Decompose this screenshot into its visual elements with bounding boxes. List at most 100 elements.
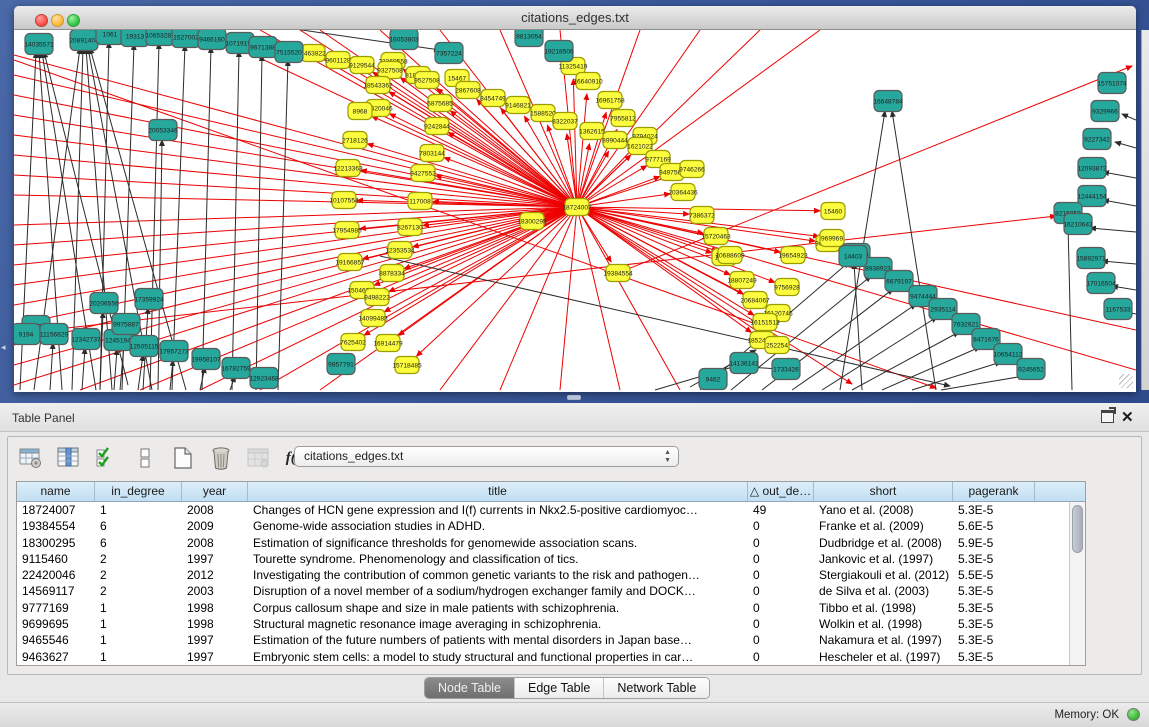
citation-edge[interactable] — [1122, 114, 1136, 120]
graph-node[interactable]: 117008 — [408, 193, 432, 210]
graph-node[interactable]: 9756928 — [774, 279, 800, 296]
graph-node[interactable]: 20053346 — [148, 120, 178, 141]
graph-node[interactable]: 5875685 — [427, 95, 453, 112]
graph-node[interactable]: 9427552 — [410, 165, 436, 182]
graph-node[interactable]: 8322037 — [552, 113, 578, 130]
graph-node[interactable]: 14035571 — [24, 34, 54, 55]
citation-edge[interactable] — [1115, 142, 1136, 148]
graph-node[interactable]: 12444154 — [1077, 186, 1107, 207]
graph-node[interactable]: 9146821 — [505, 97, 531, 114]
graph-node[interactable]: 12353534 — [385, 242, 415, 259]
graph-node[interactable]: 9601128 — [325, 52, 351, 69]
citation-edge[interactable] — [792, 304, 916, 390]
graph-node[interactable]: 20684067 — [740, 292, 770, 309]
graph-node[interactable]: 18724007 — [562, 199, 592, 216]
table-row[interactable]: 1872400712008Changes of HCN gene express… — [17, 502, 1085, 518]
graph-node[interactable]: 19166857 — [335, 254, 365, 271]
panel-collapse-arrow-icon[interactable]: ◂ — [1, 342, 6, 353]
column-header-name[interactable]: name — [17, 482, 95, 501]
citation-edge[interactable] — [172, 45, 185, 390]
graph-node[interactable]: 15751074 — [1097, 73, 1127, 94]
column-header-in-degree[interactable]: in_degree — [95, 482, 182, 501]
table-row[interactable]: 946554611997Estimation of the future num… — [17, 632, 1085, 648]
graph-node[interactable]: 9466160 — [198, 30, 226, 50]
select-column-icon[interactable] — [56, 445, 82, 471]
graph-node[interactable]: 9227342 — [1083, 129, 1111, 150]
graph-node[interactable]: 17359924 — [134, 289, 164, 310]
table-row[interactable]: 2242004622012Investigating the contribut… — [17, 567, 1085, 583]
delete-table-icon[interactable] — [208, 445, 234, 471]
citation-edge[interactable] — [1068, 224, 1072, 390]
graph-node[interactable]: 969969 — [820, 230, 844, 247]
splitter-handle[interactable] — [567, 395, 581, 400]
citation-edge[interactable] — [440, 207, 577, 390]
graph-node[interactable]: 9671388 — [249, 37, 277, 58]
citation-edge[interactable] — [14, 207, 577, 285]
graph-node[interactable]: 18807249 — [727, 272, 757, 289]
citation-edge[interactable] — [912, 362, 1001, 390]
graph-node[interactable]: 19384554 — [603, 265, 633, 282]
graph-node[interactable]: 16640910 — [573, 73, 603, 90]
tab-network-table[interactable]: Network Table — [604, 678, 709, 698]
citation-edge[interactable] — [138, 355, 143, 390]
graph-node[interactable]: 8267130 — [397, 219, 423, 236]
graph-node[interactable]: 16210643 — [1063, 214, 1093, 235]
graph-node[interactable]: 9857791 — [327, 354, 355, 375]
tab-node-table[interactable]: Node Table — [425, 678, 515, 698]
citation-edge[interactable] — [82, 348, 85, 390]
table-select-dropdown[interactable]: citations_edges.txt ▲▼ — [294, 446, 679, 467]
graph-node[interactable]: 15892971 — [1076, 248, 1106, 269]
graph-node[interactable]: 9463822 — [300, 45, 326, 62]
graph-node[interactable]: 2867608 — [455, 82, 481, 99]
citation-edge[interactable] — [854, 263, 862, 390]
column-header-year[interactable]: year — [182, 482, 248, 501]
column-header-title[interactable]: title — [248, 482, 748, 501]
scrollbar-thumb[interactable] — [1072, 505, 1083, 553]
graph-node[interactable]: 19218506 — [544, 41, 574, 62]
graph-node[interactable]: 9975887 — [112, 314, 140, 335]
graph-node[interactable]: 14099483 — [358, 310, 388, 327]
graph-node[interactable]: 17954985 — [332, 222, 362, 239]
graph-node[interactable]: 14136141 — [729, 353, 759, 374]
graph-node[interactable]: 8454749 — [480, 90, 506, 107]
graph-node[interactable]: 11156829 — [40, 324, 69, 345]
graph-node[interactable]: 7357224 — [435, 43, 463, 64]
graph-node[interactable]: 15460 — [821, 203, 845, 220]
graph-node[interactable]: 20364436 — [668, 184, 698, 201]
graph-node[interactable]: 7625402 — [340, 334, 366, 351]
graph-node[interactable]: 19654923 — [778, 247, 808, 264]
graph-node[interactable]: 1061 — [96, 30, 124, 45]
table-row[interactable]: 946362711997Embryonic stem cells: a mode… — [17, 649, 1085, 665]
graph-node[interactable]: 12505115 — [130, 336, 159, 357]
graph-node[interactable]: 9242844 — [424, 118, 450, 135]
window-resize-grip[interactable] — [1119, 374, 1133, 388]
graph-node[interactable]: 8968 — [348, 103, 372, 120]
graph-node[interactable]: 14403 — [839, 246, 867, 267]
graph-node[interactable]: 12213363 — [333, 160, 363, 177]
graph-node[interactable]: 9245652 — [1017, 359, 1045, 380]
graph-node[interactable]: 16648784 — [873, 91, 903, 112]
table-row[interactable]: 969969511998Structural magnetic resonanc… — [17, 616, 1085, 632]
graph-node[interactable]: 20891406 — [69, 30, 99, 51]
table-scrollbar[interactable] — [1069, 502, 1085, 666]
citation-edge[interactable] — [14, 115, 577, 207]
graph-node[interactable]: 16961758 — [595, 92, 625, 109]
graph-node[interactable]: 10107554 — [329, 192, 359, 209]
graph-node[interactable]: 9527508 — [414, 72, 440, 89]
graph-node[interactable]: 9194 — [14, 324, 40, 345]
table-row[interactable]: 1456911722003Disruption of a novel membe… — [17, 583, 1085, 599]
citation-edge[interactable] — [1103, 172, 1136, 178]
graph-node[interactable]: 7955812 — [610, 110, 636, 127]
column-header-pagerank[interactable]: pagerank — [953, 482, 1035, 501]
citation-edge[interactable] — [1102, 261, 1136, 264]
new-table-icon[interactable] — [170, 445, 196, 471]
graph-node[interactable]: 9329966 — [1091, 101, 1119, 122]
graph-node[interactable]: 17957273 — [159, 341, 189, 362]
graph-node[interactable]: 7386372 — [689, 207, 715, 224]
table-row[interactable]: 977716911998Corpus callosum shape and si… — [17, 600, 1085, 616]
graph-node[interactable]: 6679197 — [885, 271, 913, 292]
float-panel-icon[interactable] — [1101, 410, 1114, 423]
citation-edge[interactable] — [14, 135, 577, 207]
graph-node[interactable]: 1167533 — [1104, 299, 1132, 320]
graph-node[interactable]: 9746266 — [679, 161, 705, 178]
